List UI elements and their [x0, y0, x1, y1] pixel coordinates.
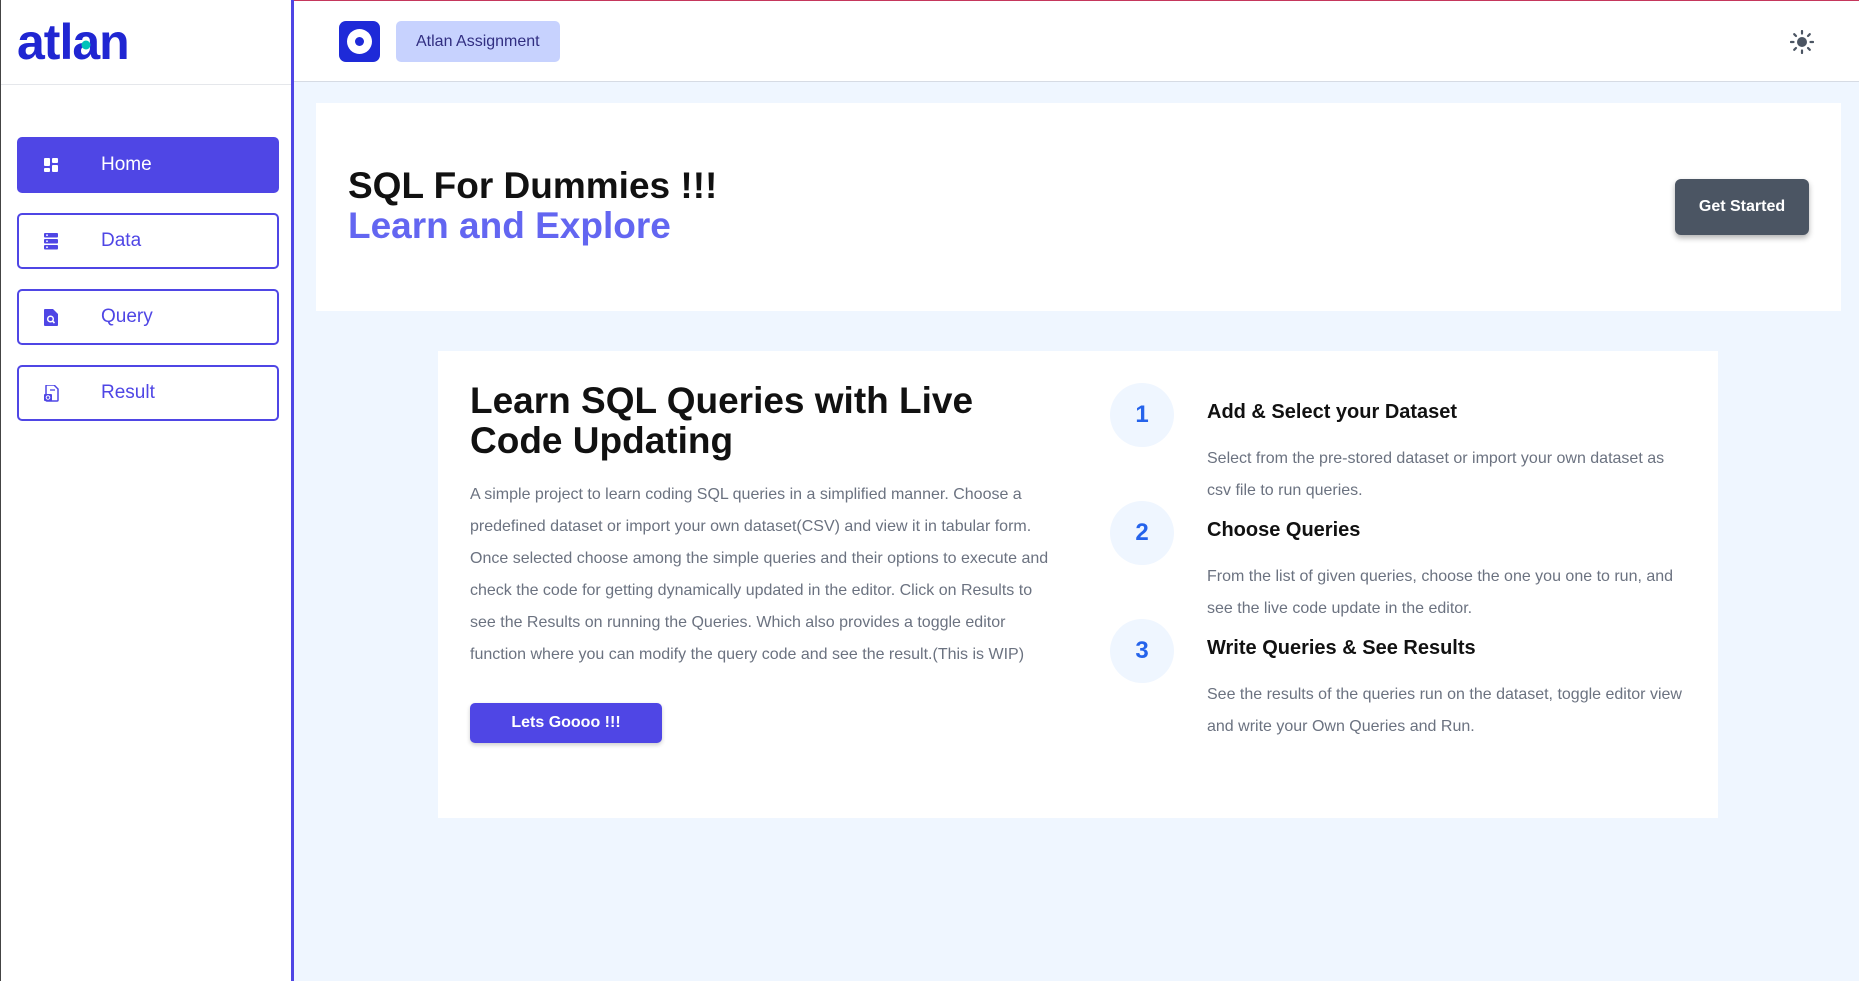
sidebar-item-home[interactable]: Home	[17, 137, 279, 193]
atlan-a-icon[interactable]	[339, 21, 380, 62]
file-result-icon	[41, 383, 61, 403]
sidebar-item-query[interactable]: Query	[17, 289, 279, 345]
step-description: See the results of the queries run on th…	[1207, 686, 1682, 735]
step-title: Write Queries & See Results	[1207, 637, 1476, 659]
sidebar-nav: Home Data Query Result	[1, 85, 291, 421]
step-number-badge: 3	[1110, 619, 1174, 683]
get-started-button[interactable]: Get Started	[1675, 179, 1809, 235]
sidebar-item-label: Home	[101, 154, 152, 175]
sidebar-item-label: Query	[101, 306, 153, 327]
assignment-chip[interactable]: Atlan Assignment	[396, 21, 560, 62]
lets-go-button[interactable]: Lets Goooo !!!	[470, 703, 662, 743]
sidebar: atlan Home Data	[0, 0, 294, 981]
sidebar-item-label: Result	[101, 382, 155, 403]
step-description: From the list of given queries, choose t…	[1207, 568, 1674, 617]
dashboard-icon	[41, 155, 61, 175]
step-title: Choose Queries	[1207, 519, 1361, 541]
atlan-logo[interactable]: atlan	[17, 17, 130, 67]
file-search-icon	[41, 307, 61, 327]
step-description: Select from the pre-stored dataset or im…	[1207, 450, 1665, 499]
intro-card: Learn SQL Queries with Live Code Updatin…	[438, 351, 1718, 818]
step-title: Add & Select your Dataset	[1207, 401, 1458, 423]
hero-subtitle: Learn and Explore	[348, 205, 671, 246]
sun-icon[interactable]	[1787, 27, 1817, 57]
top-bar: Atlan Assignment	[294, 0, 1859, 82]
sidebar-item-data[interactable]: Data	[17, 213, 279, 269]
sidebar-item-result[interactable]: Result	[17, 365, 279, 421]
card-description: A simple project to learn coding SQL que…	[470, 486, 1049, 663]
step-number-badge: 2	[1110, 501, 1174, 565]
sidebar-item-label: Data	[101, 230, 142, 251]
database-icon	[41, 231, 61, 251]
step-number-badge: 1	[1110, 383, 1174, 447]
card-title: Learn SQL Queries with Live Code Updatin…	[470, 380, 974, 461]
logo-area: atlan	[1, 0, 291, 85]
hero-banner: SQL For Dummies !!! Learn and Explore Ge…	[316, 103, 1841, 311]
hero-title: SQL For Dummies !!!	[348, 165, 718, 206]
